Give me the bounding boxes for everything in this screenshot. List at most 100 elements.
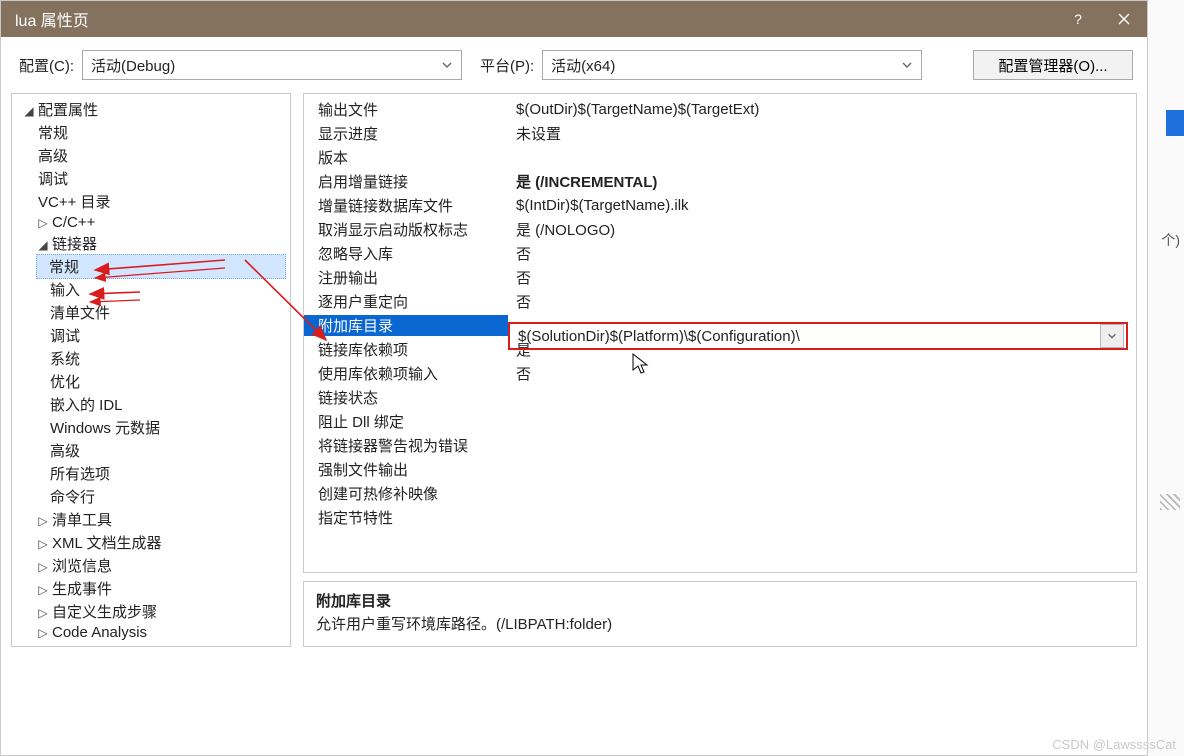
property-row[interactable]: 版本 bbox=[304, 145, 1136, 169]
caret-right-icon: ▷ bbox=[38, 626, 48, 640]
property-value[interactable]: 否 bbox=[508, 243, 1136, 264]
window-title: lua 属性页 bbox=[15, 7, 1055, 31]
property-name: 将链接器警告视为错误 bbox=[304, 435, 508, 456]
property-value[interactable]: 未设置 bbox=[508, 123, 1136, 144]
config-combo[interactable]: 活动(Debug) bbox=[82, 50, 462, 80]
help-label: 附加库目录 bbox=[316, 590, 1124, 611]
property-name: 附加库目录 bbox=[304, 315, 508, 336]
tree-xml-doc[interactable]: ▷XML 文档生成器 bbox=[12, 531, 290, 554]
property-row[interactable]: 指定节特性 bbox=[304, 505, 1136, 529]
tree-linker-input[interactable]: 输入 bbox=[12, 278, 290, 301]
help-desc: 允许用户重写环境库路径。(/LIBPATH:folder) bbox=[316, 613, 1124, 634]
help-icon[interactable]: ? bbox=[1055, 1, 1101, 37]
platform-value: 活动(x64) bbox=[551, 55, 615, 76]
help-panel: 附加库目录 允许用户重写环境库路径。(/LIBPATH:folder) bbox=[303, 581, 1137, 647]
config-value: 活动(Debug) bbox=[91, 55, 175, 76]
tree-linker-general[interactable]: 常规 bbox=[36, 254, 286, 279]
close-icon[interactable] bbox=[1101, 1, 1147, 37]
property-row[interactable]: 增量链接数据库文件$(IntDir)$(TargetName).ilk bbox=[304, 193, 1136, 217]
tree-browse-info[interactable]: ▷浏览信息 bbox=[12, 554, 290, 577]
property-name: 强制文件输出 bbox=[304, 459, 508, 480]
property-row[interactable]: 忽略导入库否 bbox=[304, 241, 1136, 265]
property-row[interactable]: 逐用户重定向否 bbox=[304, 289, 1136, 313]
tree-linker-optim[interactable]: 优化 bbox=[12, 370, 290, 393]
tree-linker-system[interactable]: 系统 bbox=[12, 347, 290, 370]
property-value[interactable]: $(OutDir)$(TargetName)$(TargetExt) bbox=[508, 101, 1136, 118]
property-row[interactable]: 使用库依赖项输入否 bbox=[304, 361, 1136, 385]
property-row[interactable]: 阻止 Dll 绑定 bbox=[304, 409, 1136, 433]
property-row[interactable]: 附加库目录$(SolutionDir)$(Platform)\$(Configu… bbox=[304, 313, 1136, 337]
property-name: 使用库依赖项输入 bbox=[304, 363, 508, 384]
tree-linker-winmd[interactable]: Windows 元数据 bbox=[12, 416, 290, 439]
property-row[interactable]: 取消显示启动版权标志是 (/NOLOGO) bbox=[304, 217, 1136, 241]
background-text: 个) bbox=[1161, 230, 1180, 250]
tree-linker-cmd[interactable]: 命令行 bbox=[12, 485, 290, 508]
dropdown-button[interactable] bbox=[1100, 324, 1124, 348]
tree-linker-all[interactable]: 所有选项 bbox=[12, 462, 290, 485]
tree-linker-idl[interactable]: 嵌入的 IDL bbox=[12, 393, 290, 416]
tree-linker-manifest[interactable]: 清单文件 bbox=[12, 301, 290, 324]
property-value[interactable]: $(IntDir)$(TargetName).ilk bbox=[508, 197, 1136, 214]
caret-down-icon: ◢ bbox=[24, 104, 34, 118]
tree-advanced[interactable]: 高级 bbox=[12, 144, 290, 167]
tree-code-analysis[interactable]: ▷Code Analysis bbox=[12, 623, 290, 642]
titlebar: lua 属性页 ? bbox=[1, 1, 1147, 37]
caret-down-icon: ◢ bbox=[38, 238, 48, 252]
property-name: 显示进度 bbox=[304, 123, 508, 144]
toolbar: 配置(C): 活动(Debug) 平台(P): 活动(x64) 配置管理器(O)… bbox=[1, 37, 1147, 93]
property-row[interactable]: 将链接器警告视为错误 bbox=[304, 433, 1136, 457]
property-name: 指定节特性 bbox=[304, 507, 508, 528]
caret-right-icon: ▷ bbox=[38, 514, 48, 528]
property-name: 阻止 Dll 绑定 bbox=[304, 411, 508, 432]
property-row[interactable]: 注册输出否 bbox=[304, 265, 1136, 289]
property-row[interactable]: 创建可热修补映像 bbox=[304, 481, 1136, 505]
tree-build-events[interactable]: ▷生成事件 bbox=[12, 577, 290, 600]
tree-manifest-tool[interactable]: ▷清单工具 bbox=[12, 508, 290, 531]
property-name: 链接状态 bbox=[304, 387, 508, 408]
chevron-down-icon bbox=[1107, 331, 1117, 341]
property-pages-dialog: lua 属性页 ? 配置(C): 活动(Debug) 平台(P): 活动(x64… bbox=[0, 0, 1148, 756]
tree-linker-debug[interactable]: 调试 bbox=[12, 324, 290, 347]
watermark: CSDN @LawssssCat bbox=[1052, 737, 1176, 752]
caret-right-icon: ▷ bbox=[38, 606, 48, 620]
additional-library-dirs-input[interactable]: $(SolutionDir)$(Platform)\$(Configuratio… bbox=[508, 322, 1128, 350]
property-name: 创建可热修补映像 bbox=[304, 483, 508, 504]
platform-combo[interactable]: 活动(x64) bbox=[542, 50, 922, 80]
property-name: 输出文件 bbox=[304, 99, 508, 120]
resize-grip-icon bbox=[1160, 494, 1180, 510]
tree-debugging[interactable]: 调试 bbox=[12, 167, 290, 190]
property-row[interactable]: 显示进度未设置 bbox=[304, 121, 1136, 145]
tree-general[interactable]: 常规 bbox=[12, 121, 290, 144]
property-row[interactable]: 输出文件$(OutDir)$(TargetName)$(TargetExt) bbox=[304, 97, 1136, 121]
property-name: 增量链接数据库文件 bbox=[304, 195, 508, 216]
property-name: 链接库依赖项 bbox=[304, 339, 508, 360]
tree-linker[interactable]: ◢链接器 bbox=[12, 232, 290, 255]
property-value[interactable]: 是 (/NOLOGO) bbox=[508, 219, 1136, 240]
property-name: 版本 bbox=[304, 147, 508, 168]
property-name: 忽略导入库 bbox=[304, 243, 508, 264]
property-value[interactable]: 是 (/INCREMENTAL) bbox=[508, 171, 1136, 192]
tree-linker-adv[interactable]: 高级 bbox=[12, 439, 290, 462]
property-value[interactable]: 否 bbox=[508, 363, 1136, 384]
property-row[interactable]: 启用增量链接是 (/INCREMENTAL) bbox=[304, 169, 1136, 193]
property-name: 注册输出 bbox=[304, 267, 508, 288]
tree-root[interactable]: ◢配置属性 bbox=[12, 98, 290, 121]
caret-right-icon: ▷ bbox=[38, 583, 48, 597]
property-grid[interactable]: 输出文件$(OutDir)$(TargetName)$(TargetExt)显示… bbox=[303, 93, 1137, 573]
background-window-edge: 个) bbox=[1148, 0, 1184, 756]
config-manager-button[interactable]: 配置管理器(O)... bbox=[973, 50, 1133, 80]
config-label: 配置(C): bbox=[19, 55, 74, 76]
categories-tree[interactable]: ◢配置属性 常规 高级 调试 VC++ 目录 ▷C/C++ ◢链接器 常规 输入… bbox=[11, 93, 291, 647]
property-row[interactable]: 强制文件输出 bbox=[304, 457, 1136, 481]
tree-ccpp[interactable]: ▷C/C++ bbox=[12, 213, 290, 232]
property-value[interactable]: 否 bbox=[508, 291, 1136, 312]
platform-label: 平台(P): bbox=[480, 55, 534, 76]
property-name: 逐用户重定向 bbox=[304, 291, 508, 312]
property-row[interactable]: 链接状态 bbox=[304, 385, 1136, 409]
property-name: 取消显示启动版权标志 bbox=[304, 219, 508, 240]
caret-right-icon: ▷ bbox=[38, 537, 48, 551]
caret-right-icon: ▷ bbox=[38, 216, 48, 230]
tree-vcpp-dirs[interactable]: VC++ 目录 bbox=[12, 190, 290, 213]
property-value[interactable]: 否 bbox=[508, 267, 1136, 288]
tree-custom-build[interactable]: ▷自定义生成步骤 bbox=[12, 600, 290, 623]
